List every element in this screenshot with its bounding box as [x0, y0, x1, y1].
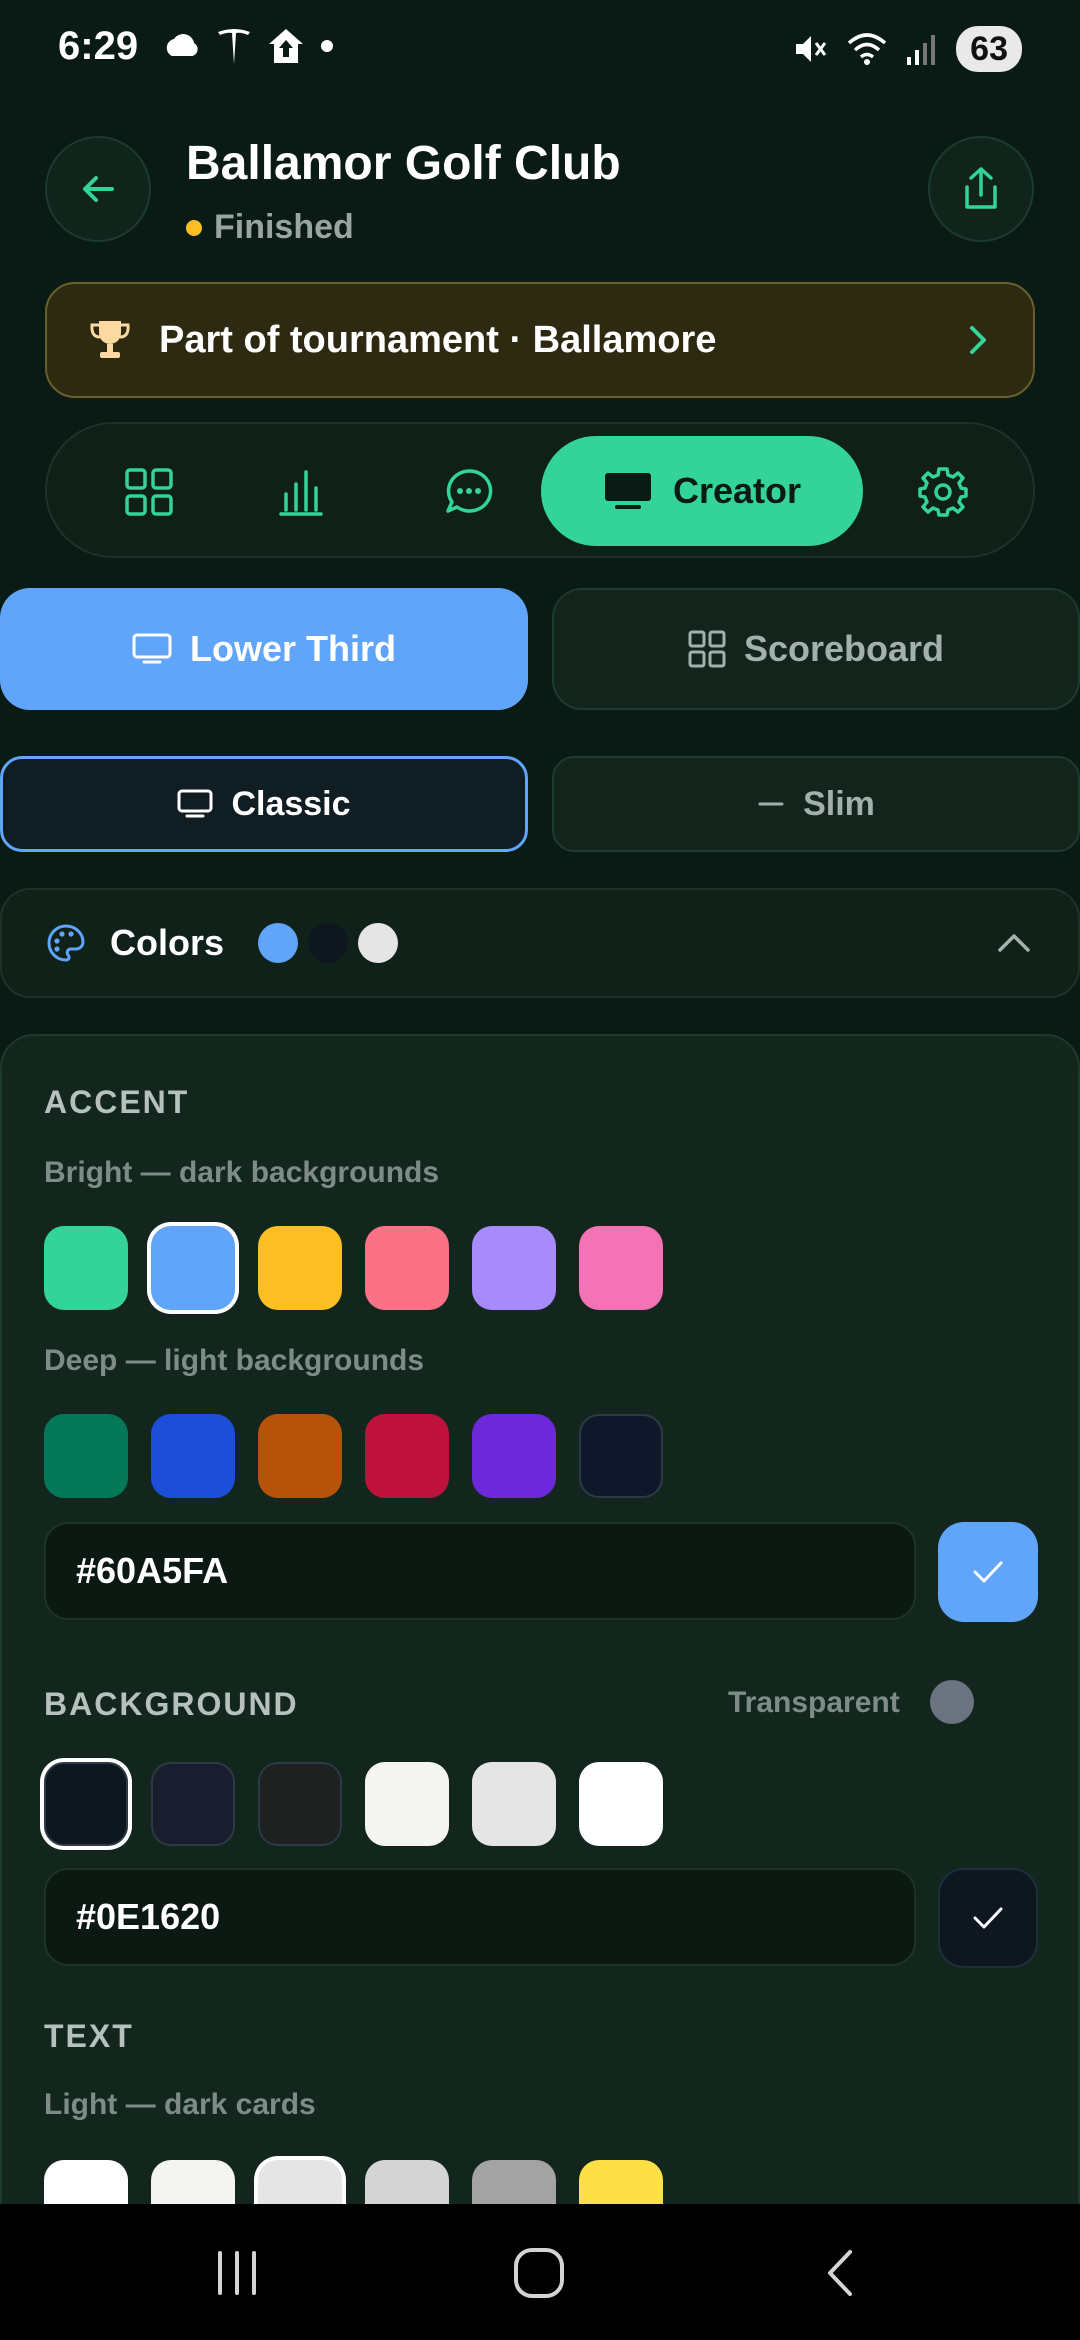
share-icon [965, 167, 997, 209]
page-title: Ballamor Golf Club [186, 137, 621, 190]
accent-deep-swatches [44, 1414, 663, 1498]
accent-deep-swatch[interactable] [258, 1414, 342, 1498]
cloud-icon [166, 34, 198, 56]
tab-creator-label: Creator [672, 470, 802, 511]
background-swatch[interactable] [472, 1762, 556, 1846]
background-swatch[interactable] [44, 1762, 128, 1846]
status-bar: 6:29 63 [0, 0, 1080, 100]
arrow-left-icon [83, 176, 114, 202]
status-label: Finished [214, 208, 354, 246]
accent-hex-input[interactable]: #60A5FA [44, 1522, 916, 1620]
colors-panel: ACCENT Bright — dark backgrounds Deep — … [0, 1034, 1080, 2340]
chat-icon [446, 469, 493, 513]
accent-deep-label: Deep — light backgrounds [44, 1344, 425, 1377]
status-dot [186, 219, 202, 236]
tab-creator[interactable]: Creator [541, 436, 863, 546]
chevron-up-icon [998, 934, 1030, 952]
background-apply-button[interactable] [938, 1868, 1038, 1968]
accent-deep-swatch[interactable] [151, 1414, 235, 1498]
wifi-icon [848, 33, 887, 65]
text-light-label: Light — dark cards [44, 2088, 316, 2121]
share-button[interactable] [928, 136, 1034, 242]
accent-bright-label: Bright — dark backgrounds [44, 1156, 440, 1189]
status-left-icons [162, 26, 334, 66]
status-time: 6:29 [58, 24, 139, 68]
tab-settings[interactable] [909, 458, 977, 526]
transparent-toggle[interactable] [930, 1680, 974, 1724]
check-icon [973, 1561, 1003, 1583]
tab-stats[interactable] [267, 458, 335, 526]
accent-deep-swatch[interactable] [472, 1414, 556, 1498]
palette-icon [47, 924, 85, 962]
back-button[interactable] [45, 136, 151, 242]
home-icon[interactable] [512, 2246, 566, 2300]
tesla-icon [218, 29, 250, 64]
accent-bright-swatch[interactable] [151, 1226, 235, 1310]
bar-chart-icon [279, 470, 323, 516]
chevron-right-icon [970, 326, 986, 354]
background-swatch[interactable] [258, 1762, 342, 1846]
style-slim-button[interactable]: Slim [552, 756, 1080, 852]
home-upload-icon [269, 29, 303, 63]
style-slim-label: Slim [803, 784, 875, 823]
tournament-label: Part of tournament · Ballamore [159, 318, 717, 361]
grid-outline-icon [688, 630, 726, 668]
transparent-label: Transparent [728, 1686, 900, 1719]
colors-preview [248, 923, 399, 963]
background-hex-input[interactable]: #0E1620 [44, 1868, 916, 1966]
gear-icon [918, 467, 968, 517]
trophy-icon [90, 321, 130, 358]
status-right-icons: 63 [792, 26, 1022, 72]
minus-icon [758, 802, 784, 806]
back-nav-icon[interactable] [820, 2248, 860, 2298]
accent-deep-swatch[interactable] [44, 1414, 128, 1498]
accent-apply-button[interactable] [938, 1522, 1038, 1622]
tab-chat[interactable] [435, 458, 503, 526]
mode-lower-third-label: Lower Third [190, 628, 396, 669]
grid-icon [125, 468, 173, 516]
mute-icon [796, 36, 827, 62]
section-tab-bar: Creator [45, 422, 1035, 558]
background-swatches [44, 1762, 663, 1846]
preview-background-dot [308, 923, 349, 963]
monitor-outline-icon [132, 633, 172, 664]
accent-title: ACCENT [44, 1084, 190, 1120]
accent-bright-swatch[interactable] [472, 1226, 556, 1310]
style-classic-button[interactable]: Classic [0, 756, 528, 852]
accent-bright-swatch[interactable] [579, 1226, 663, 1310]
monitor-icon [604, 473, 651, 509]
mode-lower-third-button[interactable]: Lower Third [0, 588, 528, 710]
accent-bright-swatch[interactable] [44, 1226, 128, 1310]
colors-section-header[interactable]: Colors [0, 888, 1080, 998]
tournament-banner[interactable]: Part of tournament · Ballamore [45, 282, 1035, 398]
background-swatch[interactable] [579, 1762, 663, 1846]
style-classic-label: Classic [231, 784, 351, 823]
accent-deep-swatch[interactable] [579, 1414, 663, 1498]
preview-text-dot [358, 923, 399, 963]
accent-deep-swatch[interactable] [365, 1414, 449, 1498]
preview-accent-dot [258, 923, 299, 963]
check-icon [973, 1907, 1003, 1929]
background-swatch[interactable] [151, 1762, 235, 1846]
tab-overview[interactable] [115, 458, 183, 526]
background-swatch[interactable] [365, 1762, 449, 1846]
accent-bright-swatch[interactable] [258, 1226, 342, 1310]
system-nav-bar [0, 2204, 1080, 2340]
match-status: Finished [186, 208, 354, 247]
signal-icon [907, 35, 936, 65]
accent-bright-swatches [44, 1226, 663, 1310]
battery-indicator: 63 [956, 26, 1022, 72]
dot-icon [321, 40, 333, 52]
colors-title: Colors [110, 922, 225, 963]
background-title: BACKGROUND [44, 1686, 299, 1722]
recent-apps-icon[interactable] [212, 2248, 262, 2298]
monitor-outline-icon [177, 789, 213, 818]
text-title: TEXT [44, 2018, 134, 2054]
mode-scoreboard-button[interactable]: Scoreboard [552, 588, 1080, 710]
accent-bright-swatch[interactable] [365, 1226, 449, 1310]
mode-scoreboard-label: Scoreboard [743, 628, 945, 669]
